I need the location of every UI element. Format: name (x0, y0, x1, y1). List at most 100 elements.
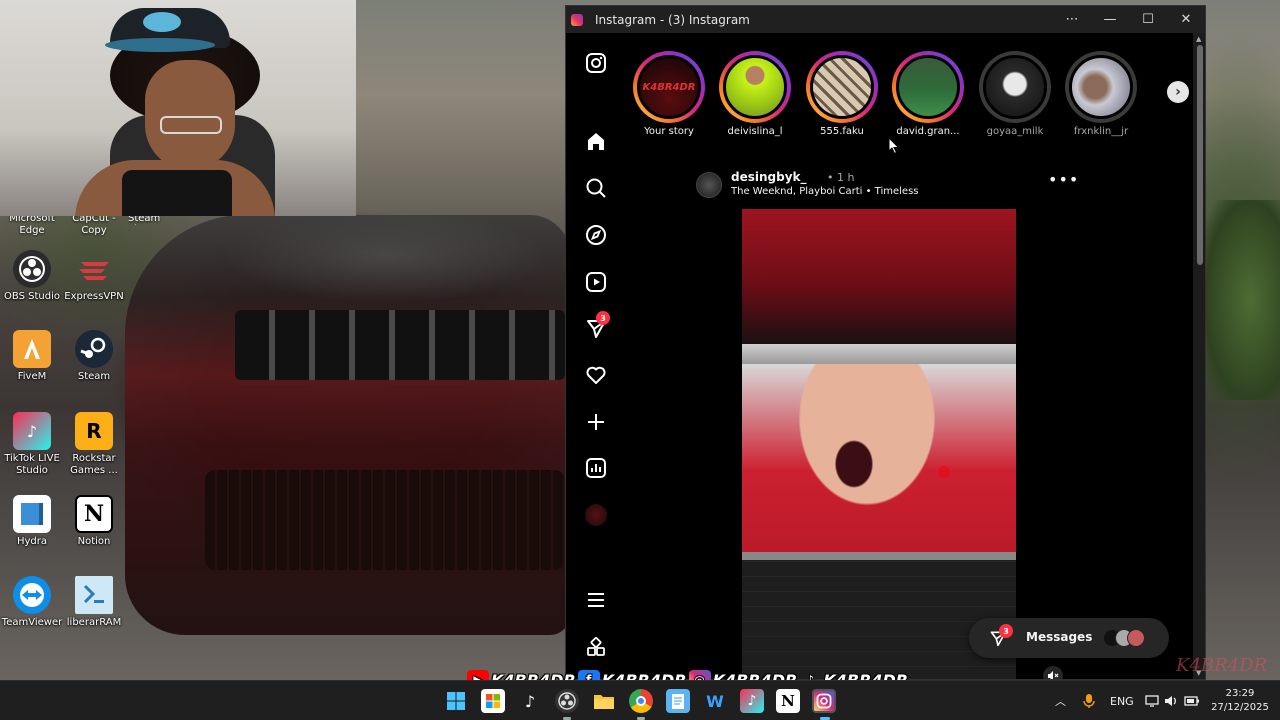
story-item[interactable]: goyaa_milk (972, 51, 1058, 137)
story-item[interactable]: david.gran... (885, 51, 971, 137)
reel-screenshot-bar (742, 552, 1016, 560)
desktop-icon-rockstar[interactable]: R Rockstar Games ... (62, 412, 126, 477)
post-options-icon[interactable]: ••• (1048, 170, 1079, 189)
clock-date: 27/12/2025 (1211, 702, 1269, 713)
post-author-avatar[interactable] (696, 172, 722, 198)
story-item[interactable]: 555.faku (799, 51, 885, 137)
desktop-icon-expressvpn[interactable]: ExpressVPN (62, 250, 126, 303)
desktop-icon-notion[interactable]: N Notion (62, 495, 126, 548)
story-item[interactable]: K4BR4DR Your story (626, 51, 712, 137)
instagram-logo-icon[interactable] (584, 51, 608, 75)
desktop-icon-label: Rockstar Games ... (70, 453, 118, 476)
window-titlebar[interactable]: Instagram - (3) Instagram ⋯ — ☐ ✕ (566, 6, 1205, 33)
file-explorer-icon[interactable] (592, 689, 616, 713)
system-clock[interactable]: 23:29 27/12/2025 (1206, 687, 1274, 715)
desktop-icon-steam[interactable]: Steam (62, 330, 126, 383)
messages-pill-badge: 3 (999, 624, 1013, 638)
messages-icon[interactable]: 3 (584, 311, 610, 340)
corner-signature-watermark: K4BR4DR (1176, 655, 1268, 676)
story-username: deivislina_l (727, 126, 783, 137)
obs-icon[interactable] (555, 689, 579, 713)
search-icon[interactable] (584, 176, 608, 200)
wallpaper-car-grille (235, 310, 565, 380)
microphone-icon[interactable] (1083, 681, 1095, 720)
stories-next-button[interactable]: › (1167, 81, 1189, 103)
network-icon[interactable] (1145, 681, 1159, 720)
story-item[interactable]: deivislina_l (712, 51, 798, 137)
desktop-icon-label-capcut[interactable]: CapCut - Copy (68, 213, 120, 237)
story-avatar (896, 55, 960, 119)
story-ring (892, 51, 964, 123)
wallpaper-car (125, 215, 570, 635)
tray-overflow-icon[interactable]: ︿ (1055, 681, 1066, 720)
scroll-up-icon[interactable]: ▲ (1196, 35, 1201, 43)
volume-icon[interactable] (1164, 681, 1178, 720)
waves-icon[interactable]: W (703, 689, 727, 713)
start-icon[interactable] (444, 689, 468, 713)
minimize-button[interactable]: — (1091, 6, 1129, 33)
tiktok-live-icon: ♪ (13, 412, 51, 450)
story-ring: K4BR4DR (633, 51, 705, 123)
messages-button[interactable]: 3 Messages (969, 618, 1169, 658)
story-avatar (723, 55, 787, 119)
desktop-icon-label: ExpressVPN (64, 291, 124, 302)
hydra-icon (13, 495, 51, 533)
script-file-icon (75, 576, 113, 614)
maximize-button[interactable]: ☐ (1129, 6, 1167, 33)
reels-icon[interactable] (584, 270, 608, 294)
wallpaper-tree (1205, 200, 1280, 400)
chrome-icon[interactable] (629, 689, 653, 713)
reel-screenshot-toolbar (742, 344, 1016, 364)
desktop-icon-liberarram[interactable]: liberarRAM (62, 576, 126, 629)
desktop-icon-label-edge[interactable]: Microsoft Edge (8, 213, 56, 237)
post-header: desingbyk_ • 1 h The Weeknd, Playboi Car… (696, 166, 1078, 206)
explore-icon[interactable] (584, 223, 608, 247)
desktop-icon-fivem[interactable]: FiveM (0, 330, 64, 383)
mute-button[interactable] (1043, 666, 1063, 679)
rockstar-icon: R (75, 412, 113, 450)
desktop-icon-hydra[interactable]: Hydra (0, 495, 64, 548)
dashboard-icon[interactable] (584, 456, 608, 480)
messages-badge: 3 (596, 311, 610, 325)
story-item[interactable]: frxnklin__jr (1058, 51, 1144, 137)
webcam-person-glasses (160, 116, 222, 134)
reel-red-area (742, 209, 1016, 344)
reel-video[interactable] (742, 209, 1016, 679)
taskbar: ♪ W ♪ N ︿ ENG 23:29 27/12/2025 (0, 680, 1280, 720)
desktop-icon-obs[interactable]: OBS Studio (0, 250, 64, 303)
webcam-cap-logo (143, 12, 181, 32)
more-menu-icon[interactable] (584, 588, 608, 612)
teamviewer-icon (13, 576, 51, 614)
create-icon[interactable] (584, 410, 608, 434)
post-media[interactable] (685, 209, 1075, 679)
post-music-info[interactable]: The Weeknd, Playboi Carti • Timeless (731, 186, 919, 197)
close-button[interactable]: ✕ (1167, 6, 1205, 33)
instagram-icon[interactable] (812, 689, 836, 713)
home-icon[interactable] (584, 129, 608, 153)
post-author-username[interactable]: desingbyk_ (731, 170, 807, 184)
also-from-meta-icon[interactable] (584, 635, 608, 659)
story-avatar (983, 55, 1047, 119)
notion-icon[interactable]: N (776, 689, 800, 713)
story-ring (979, 51, 1051, 123)
desktop-icon-tiktok-live[interactable]: ♪ TikTok LIVE Studio (0, 412, 64, 477)
store-icon[interactable] (481, 689, 505, 713)
notepad-icon[interactable] (666, 689, 690, 713)
tiktok-live-icon[interactable]: ♪ (740, 689, 764, 713)
profile-avatar (585, 504, 607, 526)
scroll-thumb[interactable] (1197, 45, 1203, 265)
reel-face-image (742, 364, 1016, 559)
battery-icon[interactable] (1184, 681, 1200, 720)
language-indicator[interactable]: ENG (1110, 681, 1134, 720)
story-username: david.gran... (896, 126, 960, 137)
window-scrollbar[interactable]: ▲ ▼ (1193, 33, 1205, 679)
story-ring (806, 51, 878, 123)
desktop-icon-teamviewer[interactable]: TeamViewer (0, 576, 64, 629)
more-options-button[interactable]: ⋯ (1053, 6, 1091, 33)
desktop-icon-label: Hydra (16, 536, 48, 547)
story-ring (1065, 51, 1137, 123)
tiktok-icon[interactable]: ♪ (518, 689, 542, 713)
notifications-icon[interactable] (584, 363, 608, 387)
profile-icon[interactable] (584, 503, 608, 527)
webcam-cap-brim (105, 38, 215, 52)
